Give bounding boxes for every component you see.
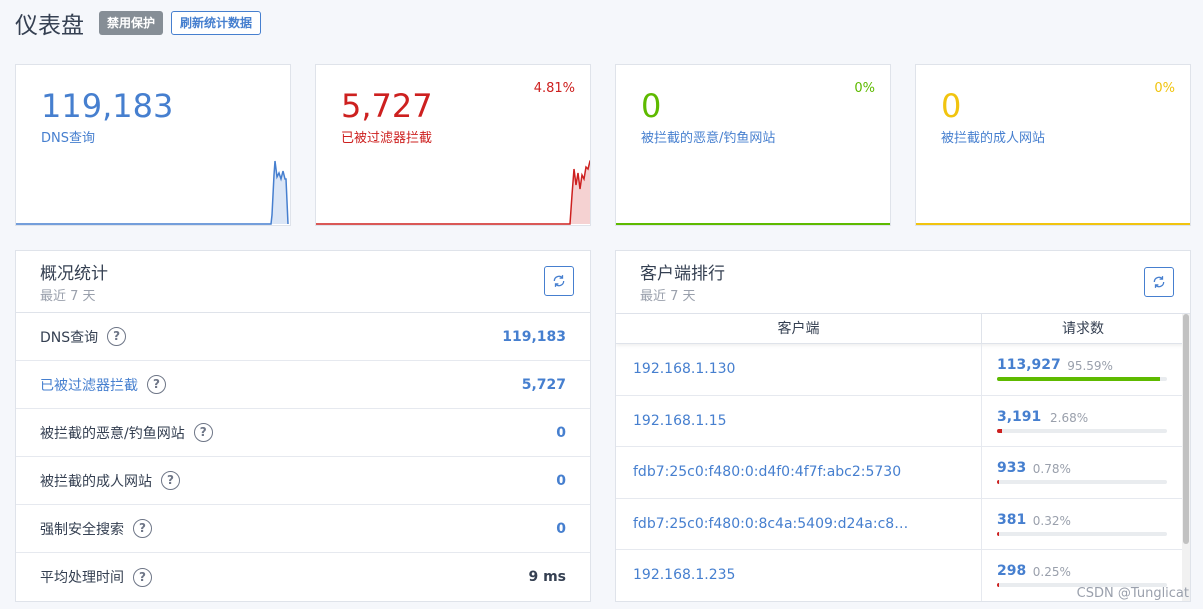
overview-value: 5,727 [521,376,566,393]
stat-label: 已被过滤器拦截 [341,131,433,146]
help-icon[interactable]: ? [133,567,152,587]
disable-protection-button[interactable]: 禁用保护 [99,11,164,35]
stat-value: 0 [941,87,962,125]
overview-label: 被拦截的成人网站 [40,473,152,490]
request-count: 3,191 [997,408,1042,425]
request-cell: 113,927 95.59% [982,344,1184,395]
table-row: 192.168.1.15 3,191 2.68% [616,395,1184,447]
request-cell: 381 0.32% [982,499,1184,550]
overview-value: 0 [556,424,566,441]
progress-fill [997,583,1000,587]
sparkline-chart [316,159,590,225]
overview-label: DNS查询 [40,329,99,346]
request-percent: 2.68% [1050,410,1089,425]
panel-header: 客户端排行 最近 7 天 [616,251,1190,314]
column-header-requests[interactable]: 请求数 [982,314,1184,343]
overview-row-blocked-malware: 被拦截的恶意/钓鱼网站 ? 0 [16,409,590,457]
watermark: CSDN @Tunglicat [1076,586,1189,601]
help-icon[interactable]: ? [147,375,166,394]
overview-value: 119,183 [502,328,566,345]
table-row: fdb7:25c0:f480:0:8c4a:5409:d24a:c8… 381 0.… [616,498,1184,550]
request-cell: 933 0.78% [982,447,1184,498]
panel-title: 概况统计 [40,264,108,284]
progress-bar [997,531,1167,536]
table-body: 192.168.1.130 113,927 95.59% 192.168.1.15 3,… [616,344,1184,601]
column-header-client[interactable]: 客户端 [616,314,982,343]
progress-fill [997,531,1000,536]
panel-subtitle: 最近 7 天 [640,289,696,304]
overview-label: 平均处理时间 [40,570,124,586]
stat-label: 被拦截的恶意/钓鱼网站 [641,131,776,146]
help-icon[interactable]: ? [193,423,213,442]
refresh-clients-button[interactable] [1144,267,1174,297]
stat-card-dns-queries: 119,183 DNS查询 [15,64,291,226]
stat-value: 5,727 [341,87,433,125]
progress-bar [997,480,1167,484]
overview-row-avg-time: 平均处理时间 ? 9 ms [16,553,590,601]
table-header: 客户端 请求数 [616,314,1184,344]
progress-fill [997,377,1160,381]
request-percent: 0.32% [1032,513,1071,528]
refresh-overview-button[interactable] [544,266,574,296]
overview-value: 0 [556,472,566,489]
request-percent: 0.25% [1032,565,1071,579]
table-row: fdb7:25c0:f480:0:d4f0:4f7f:abc2:5730 933 0… [616,447,1184,499]
request-cell: 3,191 2.68% [982,396,1184,447]
overview-row-dns-queries: DNS查询 ? 119,183 [16,313,590,361]
progress-bar [997,428,1167,433]
client-ip-link[interactable]: fdb7:25c0:f480:0:8c4a:5409:d24a:c8… [616,498,982,549]
stat-value: 0 [641,87,662,125]
stat-percent: 0% [854,81,875,96]
help-icon[interactable]: ? [133,519,152,538]
client-ip-link[interactable]: fdb7:25c0:f480:0:d4f0:4f7f:abc2:5730 [616,447,982,498]
stat-label: DNS查询 [41,131,95,146]
overview-panel: 概况统计 最近 7 天 DNS查询 ? 119,183 已被过滤器拦截 ? 5,… [15,250,591,602]
table-row: 192.168.1.130 113,927 95.59% [616,344,1184,396]
request-count: 298 [997,563,1027,579]
overview-label: 被拦截的恶意/钓鱼网站 [40,425,185,442]
stat-card-blocked-filters: 5,727 已被过滤器拦截 4.81% [315,64,591,226]
overview-row-safe-search: 强制安全搜索 ? 0 [16,505,590,553]
stat-value: 119,183 [41,87,174,125]
request-count: 381 [997,511,1027,528]
sparkline-chart [616,223,890,225]
progress-bar [997,377,1167,381]
client-ip-link[interactable]: 192.168.1.235 [616,550,982,601]
sparkline-chart [916,223,1190,225]
refresh-stats-button[interactable]: 刷新统计数据 [171,11,262,35]
client-ip-link[interactable]: 192.168.1.15 [616,395,982,446]
help-icon[interactable]: ? [107,327,127,346]
overview-row-blocked-filters: 已被过滤器拦截 ? 5,727 [16,361,590,409]
stat-percent: 4.81% [533,81,575,96]
scrollbar-thumb[interactable] [1183,314,1189,544]
request-count: 933 [997,460,1027,476]
top-clients-panel: 客户端排行 最近 7 天 客户端 请求数 192.168.1.130 113,92… [615,250,1191,602]
panel-header: 概况统计 最近 7 天 [16,251,590,313]
request-count: 113,927 [997,357,1061,373]
overview-label[interactable]: 已被过滤器拦截 [40,375,138,395]
overview-row-blocked-adult: 被拦截的成人网站 ? 0 [16,457,590,505]
progress-fill [997,480,1000,484]
stat-percent: 0% [1154,81,1175,96]
help-icon[interactable]: ? [161,471,180,490]
refresh-icon [553,275,565,287]
progress-fill [997,428,1002,433]
panel-subtitle: 最近 7 天 [40,289,96,304]
request-percent: 95.59% [1067,359,1113,373]
page-title: 仪表盘 [15,13,84,39]
stat-card-blocked-malware: 0 被拦截的恶意/钓鱼网站 0% [615,64,891,226]
client-ip-link[interactable]: 192.168.1.130 [616,344,982,395]
stat-label: 被拦截的成人网站 [941,131,1046,146]
overview-label: 强制安全搜索 [40,521,124,538]
stat-card-blocked-adult: 0 被拦截的成人网站 0% [915,64,1191,226]
panel-title: 客户端排行 [640,264,725,284]
sparkline-chart [16,160,289,225]
overview-value: 0 [556,520,566,537]
clients-table: 客户端 请求数 192.168.1.130 113,927 95.59% 192.16… [616,314,1184,601]
request-percent: 0.78% [1032,462,1071,476]
refresh-icon [1153,276,1165,288]
overview-value: 9 ms [528,569,566,585]
page-header: 仪表盘 禁用保护 刷新统计数据 [15,6,262,40]
